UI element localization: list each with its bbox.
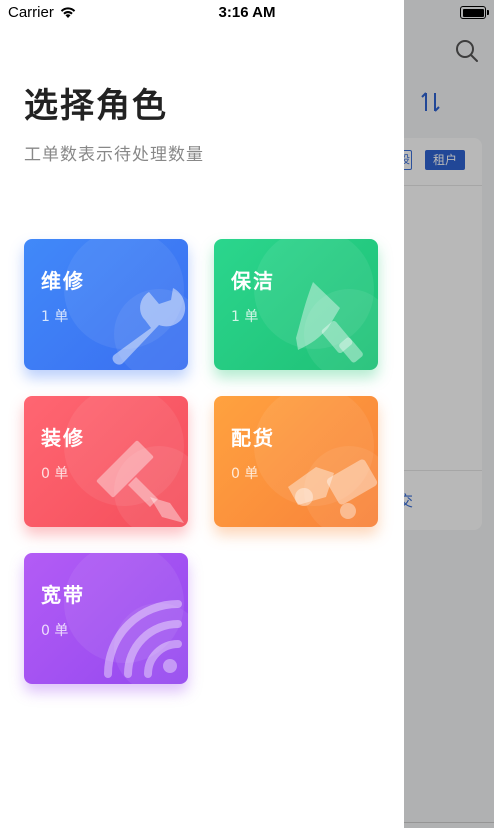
battery-cap [487,10,489,15]
role-name: 保洁 [231,269,275,293]
role-name: 宽带 [41,583,85,607]
page-subtitle: 工单数表示待处理数量 [24,145,204,165]
role-card-repair[interactable]: 维修 1 单 [24,239,188,370]
role-card-cleaning[interactable]: 保洁 1 单 [214,239,378,370]
page-title: 选择角色 [24,86,168,126]
role-count: 0 单 [231,466,259,482]
clock: 3:16 AM [218,4,276,21]
role-card-broadband[interactable]: 宽带 0 单 [24,553,188,684]
role-count: 0 单 [41,623,69,639]
wrench-icon [112,288,186,365]
role-count: 1 单 [41,309,69,325]
status-bar: Carrier 3:16 AM [0,0,494,26]
role-count: 0 单 [41,466,69,482]
role-name: 装修 [41,426,85,450]
role-name: 配货 [231,426,275,450]
role-card-renovation[interactable]: 装修 0 单 [24,396,188,527]
paint-brush-icon [96,440,184,523]
brush-icon [296,282,363,363]
wifi-icon [104,600,182,678]
role-name: 维修 [41,269,85,293]
delivery-icon [288,459,378,519]
role-card-delivery[interactable]: 配货 0 单 [214,396,378,527]
role-drawer: 选择角色 工单数表示待处理数量 维修 1 单 保洁 1 单 装修 0 单 配货 … [0,0,404,828]
role-count: 1 单 [231,309,259,325]
battery-icon [460,6,486,19]
